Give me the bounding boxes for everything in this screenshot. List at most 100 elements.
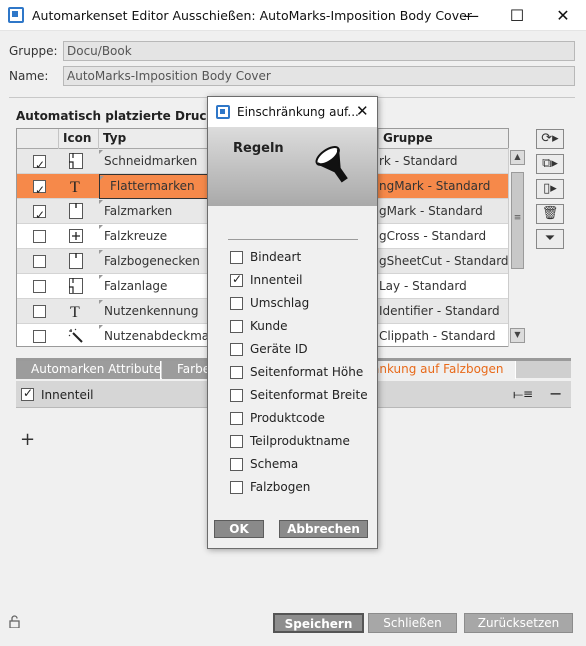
dialog-option-label: Umschlag [250,296,310,310]
dialog-option-checkbox[interactable] [230,389,243,402]
header-checkbox-col [17,129,59,149]
dialog-option-checkbox[interactable] [230,272,243,287]
page-icon[interactable]: ▯▸ [536,179,564,199]
group-field[interactable]: Docu/Book [63,41,575,61]
row-checkbox[interactable] [33,153,46,174]
dialog-option-label: Teilproduktname [250,434,350,448]
tab-einschraenkung[interactable]: änkung auf Falzbogen [368,361,516,379]
table-scrollbar[interactable]: ▲ ≡ ▼ [508,148,525,347]
svg-text:T: T [70,179,80,194]
row-checkbox[interactable] [33,305,46,318]
crosshair-icon [59,224,99,249]
restriction-label: Innenteil [41,388,94,402]
name-label: Name: [9,69,49,83]
dialog-option-checkbox[interactable] [230,320,243,333]
edit-rule-icon[interactable]: ⟝≡ [513,387,533,402]
row-type[interactable]: Flattermarken [99,174,209,199]
row-checkbox-cell [17,274,59,299]
doc-fold-icon [59,199,99,224]
magic-wand-icon [59,324,99,346]
dialog-cancel-button[interactable]: Abbrechen [279,520,368,538]
scroll-down-icon[interactable]: ▼ [510,328,525,343]
row-checkbox[interactable] [33,178,46,199]
dialog-option-label: Produktcode [250,411,325,425]
row-group[interactable]: rk - Standard [379,149,508,174]
svg-text:T: T [70,304,80,319]
close-button[interactable]: Schließen [368,613,457,633]
row-group[interactable]: Identifier - Standard [379,299,508,324]
trash-icon[interactable]: 🗑 [536,204,564,224]
dialog-option-checkbox[interactable] [230,366,243,379]
window-title: Automarkenset Editor Ausschießen: AutoMa… [32,8,472,23]
row-group[interactable]: gMark - Standard [379,199,508,224]
tab-automarken-attribute[interactable]: Automarken Attribute [16,361,161,379]
dialog-title: Einschränkung auf... [237,105,359,119]
row-checkbox-cell [17,174,59,199]
doc-corner-icon [59,274,99,299]
dialog-separator [228,239,358,240]
row-checkbox-cell [17,299,59,324]
add-restriction-button[interactable]: + [20,429,35,450]
filter-icon[interactable]: ⏷ [536,229,564,249]
dialog-close-icon[interactable]: ✕ [356,102,369,120]
dialog-option-checkbox[interactable] [230,251,243,264]
name-field[interactable]: AutoMarks-Imposition Body Cover [63,66,575,86]
restriction-checkbox[interactable] [21,386,34,401]
dialog-option-label: Bindeart [250,250,302,264]
dialog-title-bar: Einschränkung auf... ✕ [208,97,377,127]
row-checkbox-cell [17,249,59,274]
dialog-option-label: Seitenformat Breite [250,388,368,402]
dialog-heading: Regeln [233,141,284,156]
dialog-header: Regeln [208,127,377,206]
dialog-option-checkbox[interactable] [230,412,243,425]
dialog-option-label: Innenteil [250,273,303,287]
scroll-thumb[interactable]: ≡ [511,172,524,269]
doc-corner-icon [59,149,99,174]
row-checkbox-cell [17,324,59,346]
copy-icon[interactable]: ⧉▸ [536,154,564,174]
row-checkbox-cell [17,149,59,174]
dialog-option-label: Schema [250,457,299,471]
reset-button[interactable]: Zurücksetzen [464,613,573,633]
row-checkbox-cell [17,199,59,224]
row-checkbox[interactable] [33,280,46,293]
dialog-option-checkbox[interactable] [230,458,243,471]
text-T-icon: T [59,299,99,324]
dialog-button-bar: OK Abbrechen [208,515,377,549]
maximize-button[interactable]: ☐ [494,0,540,31]
dialog-option-checkbox[interactable] [230,343,243,356]
dialog-option-label: Kunde [250,319,288,333]
row-checkbox-cell [17,224,59,249]
refresh-icon[interactable]: ⟳▸ [536,129,564,149]
save-button[interactable]: Speichern [273,613,364,633]
minimize-button[interactable]: — [448,0,494,31]
dialog-app-icon [216,105,230,119]
header-icon[interactable]: Icon [59,129,99,149]
doc-fold-icon [59,249,99,274]
row-checkbox[interactable] [33,230,46,243]
text-T-icon: T [59,174,99,199]
unlock-icon[interactable] [9,615,22,629]
dialog-option-checkbox[interactable] [230,481,243,494]
row-group[interactable]: ngMark - Standard [379,174,508,199]
dialog-ok-button[interactable]: OK [214,520,264,538]
dialog-option-label: Seitenformat Höhe [250,365,364,379]
dialog-option-label: Falzbogen [250,480,311,494]
scroll-up-icon[interactable]: ▲ [510,150,525,165]
funnel-icon [315,146,348,183]
remove-restriction-button[interactable]: − [549,384,562,403]
row-group[interactable]: Clippath - Standard [379,324,508,346]
row-group[interactable]: Lay - Standard [379,274,508,299]
row-checkbox[interactable] [33,255,46,268]
dialog-option-checkbox[interactable] [230,297,243,310]
app-icon [8,7,24,23]
group-label: Gruppe: [9,44,58,58]
header-group[interactable]: Gruppe [379,129,508,149]
dialog-option-checkbox[interactable] [230,435,243,448]
row-group[interactable]: gSheetCut - Standard [379,249,508,274]
close-window-button[interactable]: ✕ [540,0,586,31]
row-checkbox[interactable] [33,330,46,343]
row-checkbox[interactable] [33,203,46,224]
row-group[interactable]: gCross - Standard [379,224,508,249]
title-bar: Automarkenset Editor Ausschießen: AutoMa… [0,0,586,31]
